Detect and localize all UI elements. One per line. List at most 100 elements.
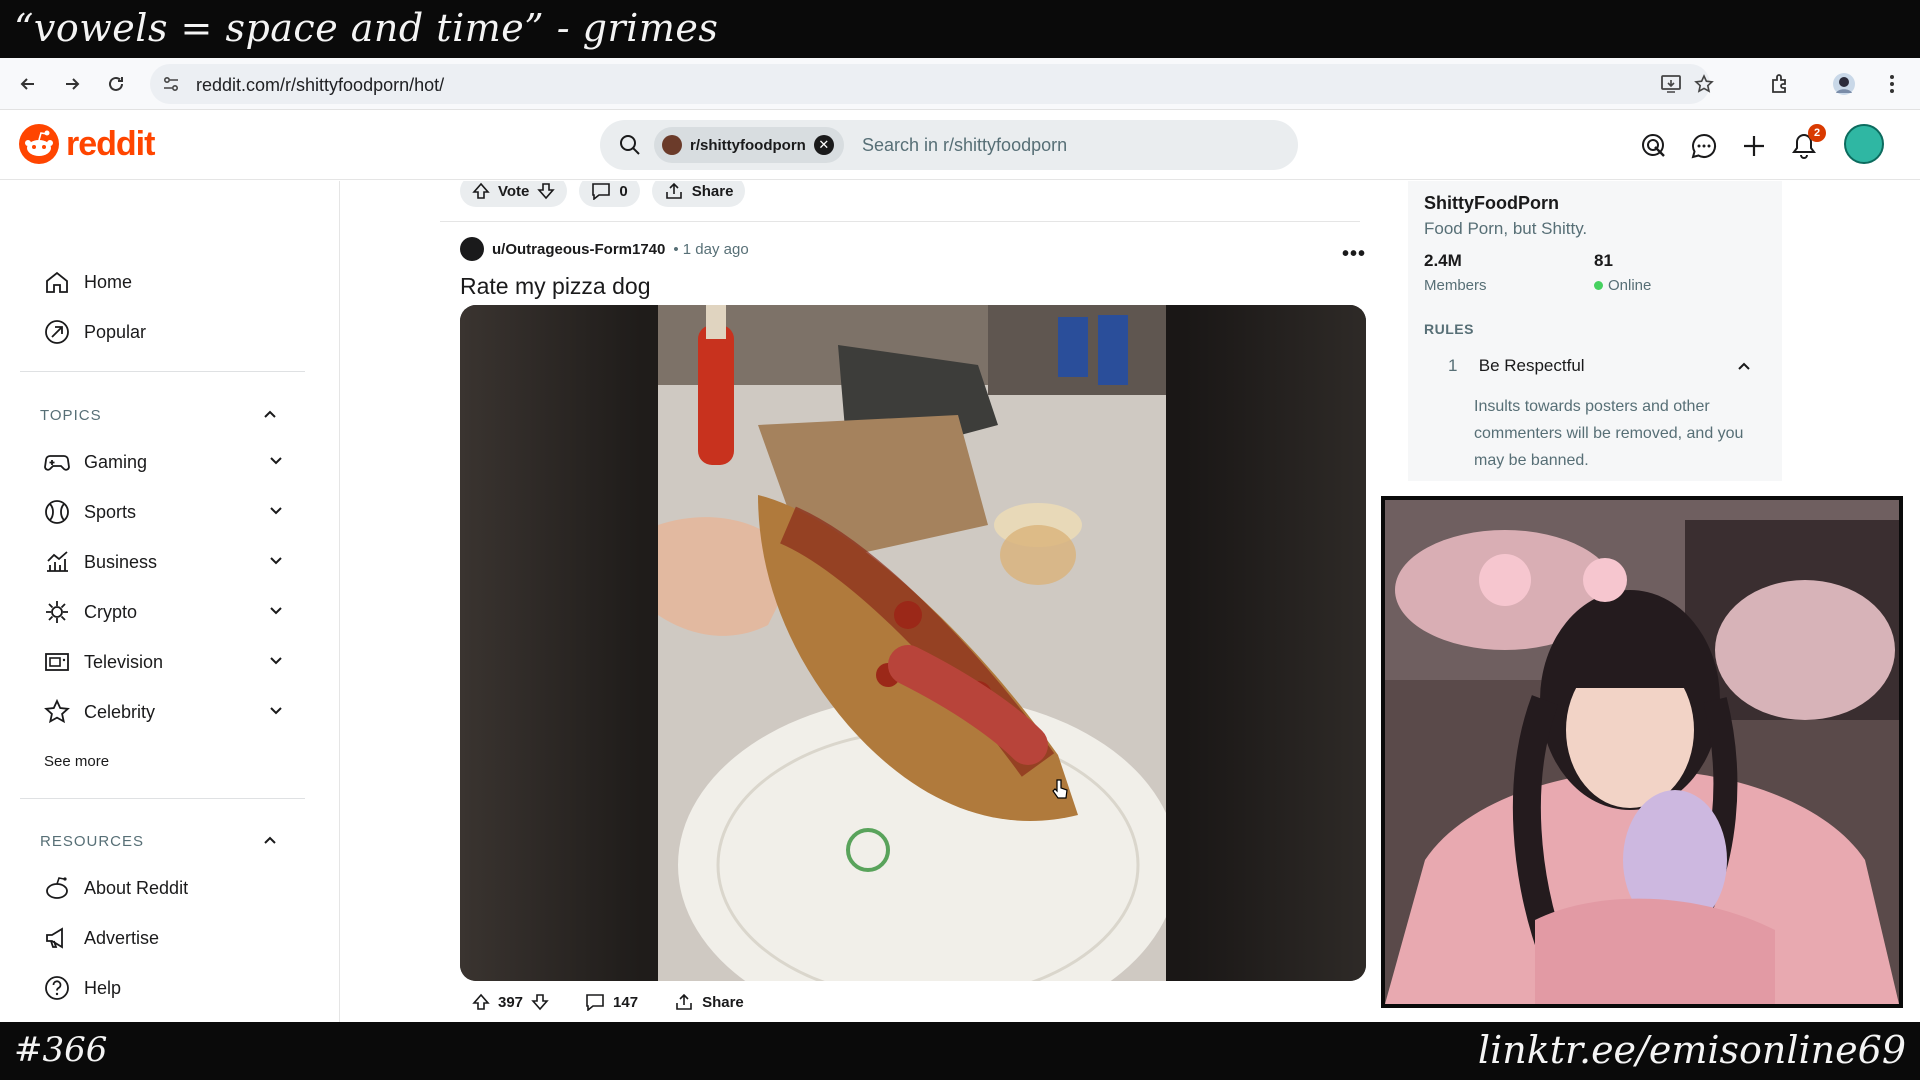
ball-icon [44, 499, 70, 525]
reddit-logo[interactable]: reddit [18, 123, 155, 165]
nav-popular-label: Popular [84, 321, 147, 342]
streamer-webcam [1381, 496, 1903, 1008]
post-score: 397 [498, 993, 524, 1011]
share-button[interactable]: Share [651, 181, 746, 207]
address-bar[interactable]: reddit.com/r/shittyfoodporn/hot/ [150, 64, 1714, 104]
back-button[interactable] [14, 70, 42, 98]
downvote-icon [531, 993, 549, 1011]
subreddit-avatar [662, 135, 682, 155]
rule-title: Be Respectful [1478, 356, 1585, 375]
chevron-down-icon[interactable] [268, 653, 284, 669]
post-author[interactable]: u/Outrageous-Form1740 [492, 241, 665, 258]
pizza-dog-photo [658, 305, 1166, 981]
chevron-down-icon[interactable] [268, 603, 284, 619]
online-value: 81 [1594, 251, 1613, 270]
extensions-button[interactable] [1766, 70, 1794, 98]
share-icon [674, 993, 694, 1011]
community-name: ShittyFoodPorn [1424, 193, 1559, 213]
post-image[interactable] [460, 305, 1366, 981]
online-label: Online [1608, 277, 1652, 294]
install-app-icon[interactable] [1660, 74, 1682, 94]
search-bar[interactable]: r/shittyfoodporn ✕ Search in r/shittyfoo… [600, 120, 1298, 170]
stream-link: linktr.ee/emisonline69 [1477, 1028, 1906, 1072]
post-vote-button[interactable]: 397 [460, 986, 561, 1018]
topics-section-header[interactable]: TOPICS [40, 407, 276, 424]
post-title[interactable]: Rate my pizza dog [460, 273, 650, 300]
bookmark-star-icon[interactable] [1694, 74, 1714, 94]
subreddit-search-chip[interactable]: r/shittyfoodporn ✕ [654, 127, 844, 163]
sidebar-divider [20, 798, 305, 799]
members-stat: 2.4M Members [1424, 251, 1487, 294]
post-share-button[interactable]: Share [662, 986, 756, 1018]
forward-button[interactable] [58, 70, 86, 98]
star-icon [44, 699, 70, 725]
upvote-icon [472, 182, 490, 200]
comments-button[interactable]: 0 [579, 181, 640, 207]
notifications-button[interactable]: 2 [1788, 124, 1826, 162]
see-more-link[interactable]: See more [44, 753, 109, 770]
rule-item[interactable]: 1 Be Respectful [1448, 356, 1768, 376]
nav-home[interactable]: Home [44, 267, 284, 297]
ad-target-icon [1640, 132, 1668, 160]
chevron-down-icon[interactable] [268, 703, 284, 719]
site-settings-icon[interactable] [162, 75, 180, 93]
topic-business[interactable]: Business [44, 547, 284, 577]
url-text[interactable]: reddit.com/r/shittyfoodporn/hot/ [196, 75, 444, 96]
browser-menu-button[interactable] [1878, 70, 1906, 98]
kebab-menu-icon [1889, 74, 1895, 94]
crypto-icon [44, 599, 70, 625]
chevron-down-icon[interactable] [268, 553, 284, 569]
topic-celebrity[interactable]: Celebrity [44, 697, 284, 727]
search-icon [618, 133, 642, 157]
members-value: 2.4M [1424, 251, 1462, 270]
profile-button[interactable] [1830, 70, 1858, 98]
resources-title: RESOURCES [40, 833, 145, 850]
chevron-up-icon[interactable] [262, 832, 278, 848]
comment-icon [585, 993, 605, 1011]
post-meta: u/Outrageous-Form1740 • 1 day ago [460, 237, 749, 261]
nav-popular[interactable]: Popular [44, 317, 284, 347]
rules-title: RULES [1424, 321, 1474, 337]
chevron-up-icon[interactable] [262, 406, 278, 422]
resource-help[interactable]: Help [44, 973, 284, 1003]
chat-button[interactable] [1688, 130, 1720, 162]
topic-television[interactable]: Television [44, 647, 284, 677]
search-input[interactable]: Search in r/shittyfoodporn [862, 135, 1067, 156]
post-time-value: 1 day ago [682, 240, 749, 258]
chevron-down-icon[interactable] [268, 453, 284, 469]
topic-label: Gaming [84, 451, 148, 472]
chevron-up-icon[interactable] [1736, 358, 1752, 374]
rule-number: 1 [1448, 356, 1458, 375]
topic-crypto[interactable]: Crypto [44, 597, 284, 627]
vote-button[interactable]: Vote [460, 181, 568, 207]
post-options-icon[interactable]: ••• [1342, 243, 1366, 266]
notification-badge: 2 [1808, 124, 1826, 142]
topic-label: Celebrity [84, 701, 156, 722]
topic-gaming[interactable]: Gaming [44, 447, 284, 477]
chart-icon [44, 550, 70, 574]
resource-advertise[interactable]: Advertise [44, 923, 284, 953]
mouse-cursor [1051, 778, 1069, 805]
post-comments-button[interactable]: 147 [573, 986, 650, 1018]
share-icon [664, 182, 684, 200]
subreddit-chip-label: r/shittyfoodporn [690, 136, 806, 154]
post-feed: Vote 0 Share u/Outrageous-Form1740 • 1 d… [340, 181, 1380, 1022]
create-post-button[interactable] [1738, 130, 1770, 162]
post-share-label: Share [702, 993, 744, 1011]
advertise-button[interactable] [1638, 130, 1670, 162]
online-label-row: Online [1594, 277, 1651, 294]
stream-top-bar: “vowels = space and time” - grimes [0, 0, 1920, 58]
tv-icon [44, 651, 70, 673]
resources-section-header[interactable]: RESOURCES [40, 833, 276, 850]
user-avatar[interactable] [1844, 124, 1884, 164]
author-avatar[interactable] [460, 237, 484, 261]
resource-about-reddit[interactable]: About Reddit [44, 873, 284, 903]
clear-chip-icon[interactable]: ✕ [813, 135, 834, 155]
arrow-left-icon [18, 74, 38, 94]
arrow-right-icon [62, 74, 82, 94]
topic-sports[interactable]: Sports [44, 497, 284, 527]
share-label: Share [691, 182, 734, 200]
reload-button[interactable] [102, 70, 130, 98]
chevron-down-icon[interactable] [268, 503, 284, 519]
plus-icon [1742, 134, 1766, 158]
